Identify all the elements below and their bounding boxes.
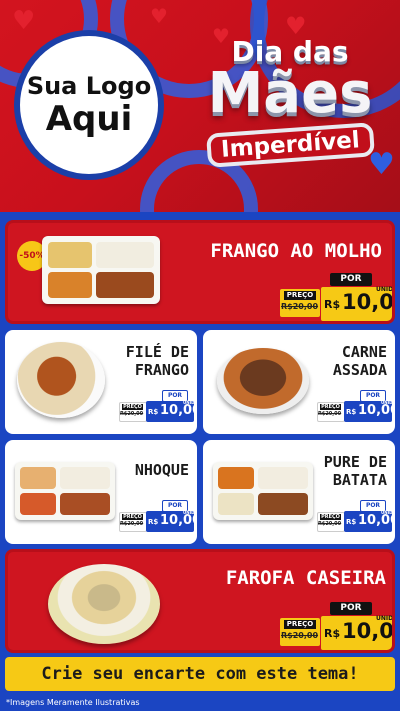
product-name-line2: ASSADA xyxy=(332,361,387,379)
logo-text-line2: Aqui xyxy=(45,99,133,139)
price-value: 10,00 xyxy=(358,403,395,418)
product-name-line2: FRANGO xyxy=(134,361,189,379)
logo-text-line1: Sua Logo xyxy=(26,72,152,100)
price-value: 10,00 xyxy=(342,290,394,314)
current-price-box: R$ 10,00 UNID xyxy=(344,510,395,532)
logo-placeholder: Sua Logo Aqui xyxy=(14,30,164,180)
current-price-box: R$ 10,00 UNID xyxy=(321,286,394,321)
product-name-line1: PURE DE xyxy=(323,453,387,471)
price-por-label: POR xyxy=(330,602,372,615)
price-value: 10,00 xyxy=(342,619,394,643)
product-name-line2: BATATA xyxy=(332,471,387,489)
price-unit: UNID xyxy=(381,510,393,515)
product-name-line1: FILÉ DE xyxy=(125,343,189,361)
price-tag: POR PREÇO R$20,00 R$ 10,00 UNID xyxy=(119,390,197,424)
price-tag: POR PREÇO R$20,00 R$ 10,00 UNID xyxy=(119,500,197,534)
old-price: R$20,00 xyxy=(318,411,342,417)
title-big: Mães xyxy=(207,61,373,126)
heart-icon: ♥ xyxy=(12,6,36,36)
old-price: R$20,00 xyxy=(281,302,319,311)
old-price-box: PREÇO R$20,00 xyxy=(317,512,345,532)
preco-label: PREÇO xyxy=(122,404,143,410)
product-name: FAROFA CASEIRA xyxy=(225,567,386,589)
preco-label: PREÇO xyxy=(320,404,341,410)
price-tag: POR PREÇO R$20,00 R$ 10,00 UNID xyxy=(317,500,395,534)
old-price: R$20,00 xyxy=(120,521,144,527)
current-price-box: R$ 10,00 UNID xyxy=(146,400,197,422)
old-price: R$20,00 xyxy=(120,411,144,417)
old-price: R$20,00 xyxy=(281,631,319,640)
food-tray-image xyxy=(42,236,160,304)
old-price-box: PREÇO R$20,00 xyxy=(280,618,320,646)
price-unit: UNID xyxy=(376,615,394,622)
current-price-box: R$ 10,00 UNID xyxy=(146,510,197,532)
title-pill: Imperdível xyxy=(205,122,375,168)
product-name: FRANGO AO MOLHO xyxy=(210,240,382,262)
price-unit: UNID xyxy=(376,286,394,293)
product-card-carne-assada[interactable]: CARNE ASSADA POR PREÇO R$20,00 R$ 10,00 … xyxy=(203,330,395,434)
price-tag: POR PREÇO R$20,00 R$ 10,00 UNID xyxy=(317,390,395,424)
price-currency: R$ xyxy=(324,627,341,640)
price-tag: POR PREÇO R$20,00 R$ 10,00 UNID xyxy=(280,602,394,650)
food-bowl-image xyxy=(48,564,160,644)
cta-banner[interactable]: Crie seu encarte com este tema! xyxy=(5,657,395,691)
preco-label: PREÇO xyxy=(284,291,316,300)
old-price-box: PREÇO R$20,00 xyxy=(317,402,345,422)
old-price-box: PREÇO R$20,00 xyxy=(119,402,147,422)
preco-label: PREÇO xyxy=(284,620,316,629)
product-name-line1: CARNE xyxy=(341,343,387,361)
price-tag: POR PREÇO R$20,00 R$ 10,00 UNID xyxy=(280,273,394,321)
heart-icon: ♥ xyxy=(150,4,168,28)
footnote: *Imagens Meramente Ilustrativas xyxy=(6,698,140,707)
current-price-box: R$ 10,00 UNID xyxy=(321,615,394,650)
price-unit: UNID xyxy=(183,510,195,515)
price-currency: R$ xyxy=(346,408,357,416)
price-currency: R$ xyxy=(148,518,159,526)
old-price: R$20,00 xyxy=(318,521,342,527)
price-value: 10,00 xyxy=(160,403,197,418)
campaign-title: Dia das Mães Imperdível xyxy=(185,35,395,185)
price-unit: UNID xyxy=(381,400,393,405)
product-card-farofa-caseira[interactable]: FAROFA CASEIRA POR PREÇO R$20,00 R$ 10,0… xyxy=(5,549,395,653)
product-card-nhoque[interactable]: NHOQUE POR PREÇO R$20,00 R$ 10,00 UNID xyxy=(5,440,197,544)
header-banner: ♥ ♥ ♥ ♥ ♥ Sua Logo Aqui Dia das Mães Imp… xyxy=(0,0,400,212)
price-currency: R$ xyxy=(346,518,357,526)
price-unit: UNID xyxy=(183,400,195,405)
old-price-box: PREÇO R$20,00 xyxy=(280,289,320,317)
price-currency: R$ xyxy=(148,408,159,416)
price-value: 10,00 xyxy=(358,513,395,528)
product-card-frango-ao-molho[interactable]: -50% FRANGO AO MOLHO POR PREÇO R$20,00 R… xyxy=(5,220,395,324)
price-currency: R$ xyxy=(324,298,341,311)
price-value: 10,00 xyxy=(160,513,197,528)
current-price-box: R$ 10,00 UNID xyxy=(344,400,395,422)
preco-label: PREÇO xyxy=(320,514,341,520)
product-card-file-de-frango[interactable]: FILÉ DE FRANGO POR PREÇO R$20,00 R$ 10,0… xyxy=(5,330,197,434)
preco-label: PREÇO xyxy=(122,514,143,520)
product-card-pure-de-batata[interactable]: PURE DE BATATA POR PREÇO R$20,00 R$ 10,0… xyxy=(203,440,395,544)
old-price-box: PREÇO R$20,00 xyxy=(119,512,147,532)
price-por-label: POR xyxy=(330,273,372,286)
product-name: NHOQUE xyxy=(134,461,189,479)
